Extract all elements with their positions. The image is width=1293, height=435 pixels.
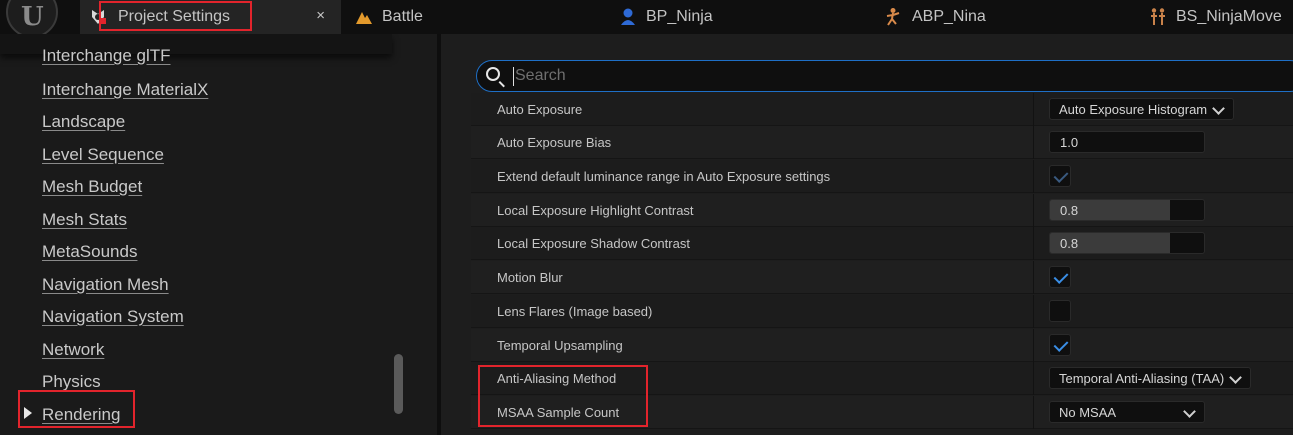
checkmark-icon bbox=[1053, 337, 1069, 352]
tab-abp-nina[interactable]: ABP_Nina bbox=[884, 0, 986, 34]
nav-scrollbar[interactable] bbox=[394, 354, 403, 414]
setting-row: MSAA Sample Count No MSAA bbox=[471, 396, 1293, 429]
tab-bp-ninja[interactable]: BP_Ninja bbox=[618, 0, 713, 34]
unreal-logo-icon[interactable]: U bbox=[6, 0, 58, 38]
setting-label: MSAA Sample Count bbox=[497, 405, 620, 420]
setting-row: Motion Blur bbox=[471, 261, 1293, 294]
level-icon bbox=[356, 12, 372, 24]
setting-label: Auto Exposure Bias bbox=[497, 135, 612, 150]
setting-label: Local Exposure Highlight Contrast bbox=[497, 203, 694, 218]
text-caret bbox=[513, 67, 514, 86]
chevron-down-icon bbox=[1212, 102, 1225, 115]
column-divider bbox=[1033, 93, 1034, 126]
slider-value: 0.8 bbox=[1060, 236, 1079, 251]
tab-project-settings[interactable]: Project Settings × bbox=[80, 0, 341, 34]
column-divider bbox=[1033, 362, 1034, 395]
setting-row: Extend default luminance range in Auto E… bbox=[471, 160, 1293, 193]
column-divider bbox=[1033, 295, 1034, 328]
extend-luminance-checkbox[interactable] bbox=[1049, 165, 1071, 187]
setting-row: Auto Exposure Auto Exposure Histogram bbox=[471, 93, 1293, 126]
setting-row: Local Exposure Shadow Contrast 0.8 bbox=[471, 227, 1293, 260]
column-divider bbox=[1033, 126, 1034, 159]
setting-label: Lens Flares (Image based) bbox=[497, 304, 653, 319]
nav-item-physics[interactable]: Physics bbox=[42, 372, 101, 392]
highlight-contrast-slider[interactable]: 0.8 bbox=[1049, 199, 1205, 221]
nav-item-level-sequence[interactable]: Level Sequence bbox=[42, 145, 164, 165]
nav-item-rendering[interactable]: Rendering bbox=[42, 405, 120, 425]
nav-item-interchange-gltf[interactable]: Interchange glTF bbox=[42, 46, 171, 66]
animation-blueprint-icon bbox=[886, 8, 900, 26]
close-icon[interactable]: × bbox=[316, 7, 325, 24]
search-input[interactable]: Search bbox=[476, 60, 1293, 92]
shadow-contrast-slider[interactable]: 0.8 bbox=[1049, 232, 1205, 254]
tab-bar: U Project Settings × Battle BP_Ninja ABP… bbox=[0, 0, 1293, 38]
column-divider bbox=[1033, 329, 1034, 362]
dropdown-value: Auto Exposure Histogram bbox=[1059, 102, 1208, 117]
temporal-upsampling-checkbox[interactable] bbox=[1049, 334, 1071, 356]
setting-label: Motion Blur bbox=[497, 270, 563, 285]
blend-space-icon bbox=[1151, 8, 1165, 25]
anti-aliasing-dropdown[interactable]: Temporal Anti-Aliasing (TAA) bbox=[1049, 367, 1252, 389]
setting-row: Temporal Upsampling bbox=[471, 329, 1293, 362]
nav-item-landscape[interactable]: Landscape bbox=[42, 112, 125, 132]
column-divider bbox=[1033, 261, 1034, 294]
nav-item-network[interactable]: Network bbox=[42, 340, 104, 360]
setting-label: Anti-Aliasing Method bbox=[497, 371, 617, 386]
column-divider bbox=[1033, 194, 1034, 227]
setting-label: Extend default luminance range in Auto E… bbox=[497, 169, 831, 184]
chevron-down-icon bbox=[1183, 405, 1196, 418]
search-placeholder: Search bbox=[515, 67, 566, 84]
tab-label: Project Settings bbox=[118, 8, 231, 25]
setting-row: Auto Exposure Bias 1.0 bbox=[471, 126, 1293, 159]
expand-arrow-icon[interactable] bbox=[24, 407, 32, 419]
tab-label: Battle bbox=[382, 8, 423, 25]
tab-label: BP_Ninja bbox=[646, 8, 713, 25]
slider-value: 0.8 bbox=[1060, 203, 1079, 218]
tab-bs-ninjamove[interactable]: BS_NinjaMove bbox=[1148, 0, 1282, 34]
setting-row: Lens Flares (Image based) bbox=[471, 295, 1293, 328]
tab-label: BS_NinjaMove bbox=[1176, 8, 1282, 25]
column-divider bbox=[1033, 160, 1034, 193]
nav-item-mesh-budget[interactable]: Mesh Budget bbox=[42, 177, 142, 197]
auto-exposure-dropdown[interactable]: Auto Exposure Histogram bbox=[1049, 98, 1235, 120]
search-icon bbox=[486, 67, 500, 81]
nav-item-mesh-stats[interactable]: Mesh Stats bbox=[42, 210, 127, 230]
column-divider bbox=[1033, 227, 1034, 260]
tab-label: ABP_Nina bbox=[912, 8, 986, 25]
motion-blur-checkbox[interactable] bbox=[1049, 266, 1071, 288]
setting-label: Auto Exposure bbox=[497, 102, 583, 117]
dropdown-value: Temporal Anti-Aliasing (TAA) bbox=[1059, 371, 1225, 386]
blueprint-character-icon bbox=[621, 8, 635, 25]
setting-row: Local Exposure Highlight Contrast 0.8 bbox=[471, 194, 1293, 227]
gear-icon bbox=[92, 10, 106, 24]
tab-battle[interactable]: Battle bbox=[354, 0, 423, 34]
setting-row: Anti-Aliasing Method Temporal Anti-Alias… bbox=[471, 362, 1293, 395]
checkmark-icon bbox=[1053, 168, 1069, 183]
msaa-sample-count-dropdown[interactable]: No MSAA bbox=[1049, 401, 1205, 423]
nav-item-interchange-materialx[interactable]: Interchange MaterialX bbox=[42, 80, 208, 100]
nav-item-metasounds[interactable]: MetaSounds bbox=[42, 242, 137, 262]
auto-exposure-bias-input[interactable]: 1.0 bbox=[1049, 131, 1205, 153]
checkmark-icon bbox=[1053, 269, 1069, 284]
column-divider bbox=[1033, 396, 1034, 429]
chevron-down-icon bbox=[1229, 371, 1243, 384]
settings-list: Auto Exposure Auto Exposure Histogram Au… bbox=[471, 93, 1293, 435]
dropdown-value: No MSAA bbox=[1059, 405, 1117, 420]
setting-label: Temporal Upsampling bbox=[497, 338, 623, 353]
nav-item-navigation-mesh[interactable]: Navigation Mesh bbox=[42, 275, 169, 295]
setting-label: Local Exposure Shadow Contrast bbox=[497, 236, 690, 251]
nav-item-navigation-system[interactable]: Navigation System bbox=[42, 307, 184, 327]
lens-flares-checkbox[interactable] bbox=[1049, 300, 1071, 322]
